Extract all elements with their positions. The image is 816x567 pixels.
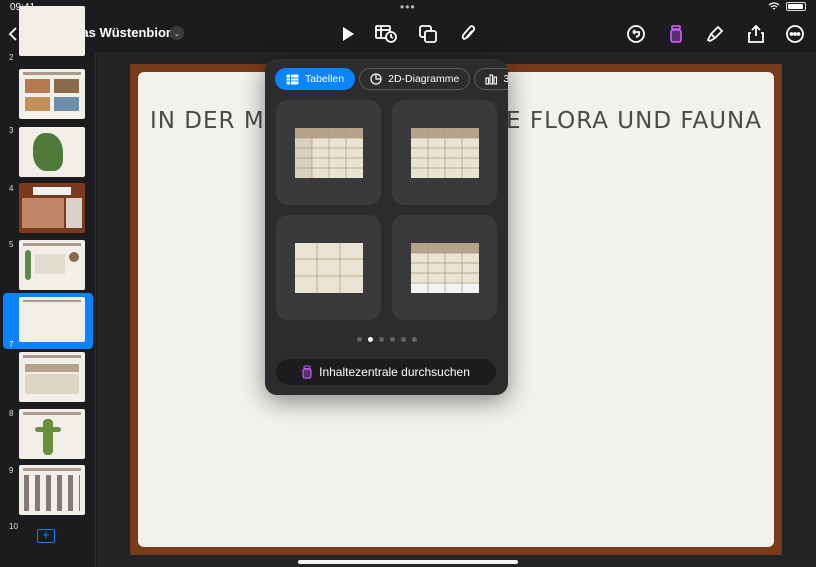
toolbar: Das Wüstenbiom ⌄: [0, 16, 816, 52]
undo-button[interactable]: [626, 22, 646, 46]
slide-thumbnail[interactable]: 4: [0, 127, 96, 193]
chart-3d-icon: [485, 74, 498, 85]
slide-title-left[interactable]: IN DER MO: [150, 108, 284, 134]
insert-shape-button[interactable]: [418, 22, 438, 46]
share-button[interactable]: [746, 22, 766, 46]
more-button[interactable]: [785, 22, 805, 46]
table-icon: [286, 74, 299, 84]
add-slide-button[interactable]: +: [37, 528, 55, 543]
battery-icon: [786, 2, 806, 11]
table-preview: [411, 128, 479, 178]
slide-thumbnail[interactable]: 8: [0, 352, 96, 418]
title-menu-button[interactable]: ⌄: [170, 26, 184, 40]
tab-3d-charts-label: 3D: [503, 73, 508, 85]
ellipsis-circle-icon: [786, 25, 804, 43]
tab-tables[interactable]: Tabellen: [275, 68, 356, 90]
page-dot[interactable]: [378, 337, 384, 342]
slide-thumbnail-image: [19, 69, 85, 119]
page-dot-active[interactable]: [367, 337, 373, 342]
slide-number: 7: [9, 340, 14, 349]
table-preview: [295, 128, 363, 178]
slide-thumbnail[interactable]: 9: [0, 409, 96, 475]
browse-content-hub-button[interactable]: Inhaltezentrale durchsuchen: [276, 359, 496, 385]
slide-thumbnail-image: [19, 240, 85, 290]
page-dot[interactable]: [356, 337, 362, 342]
slide-thumbnail[interactable]: 5: [0, 183, 96, 249]
slide-title-right[interactable]: HE FLORA UND FAUNA: [488, 108, 762, 134]
insert-table-button[interactable]: [375, 22, 397, 46]
popover-tabs: Tabellen 2D-Diagramme 3D: [275, 68, 508, 90]
play-icon: [343, 27, 354, 41]
undo-icon: [627, 25, 645, 43]
multitasking-dots[interactable]: •••: [400, 0, 416, 14]
slide-thumbnail[interactable]: 3: [0, 69, 96, 135]
chart-2d-icon: [370, 73, 382, 85]
slide-thumbnail-selected[interactable]: 7: [3, 293, 93, 349]
wifi-icon: [768, 2, 780, 10]
slide-thumbnail-image: [19, 352, 85, 402]
page-dot[interactable]: [389, 337, 395, 342]
slide-number: 2: [9, 53, 14, 62]
slide-thumbnail-image: [19, 6, 85, 56]
home-indicator: [298, 560, 518, 564]
slide-thumbnail-image: [19, 127, 85, 177]
table-preview: [295, 243, 363, 293]
shapes-icon: [419, 25, 437, 43]
table-chart-icon: [375, 25, 397, 43]
slide-thumbnail[interactable]: 10: [0, 465, 96, 531]
status-bar: 09:41 •••: [0, 0, 816, 16]
play-button[interactable]: [339, 22, 357, 46]
page-dot[interactable]: [411, 337, 417, 342]
paperclip-icon: [461, 25, 475, 40]
table-style-header-footer[interactable]: [392, 215, 497, 320]
tab-tables-label: Tabellen: [305, 73, 345, 85]
slide-thumbnail-image: [19, 465, 85, 515]
page-indicator[interactable]: [265, 337, 508, 342]
jar-icon: [670, 25, 682, 43]
slide-thumbnail[interactable]: 6: [0, 240, 96, 306]
slide-thumbnail[interactable]: 2: [0, 6, 96, 62]
tab-3d-charts[interactable]: 3D: [474, 68, 508, 90]
table-style-header-row[interactable]: [392, 100, 497, 205]
content-hub-button[interactable]: [666, 22, 686, 46]
slide-navigator: 2 3 4 5 6: [0, 6, 96, 567]
slide-thumbnail-image: [19, 409, 85, 459]
jar-icon: [302, 365, 312, 379]
slide-thumbnail-image: [19, 183, 85, 233]
table-preview: [411, 243, 479, 293]
table-style-plain[interactable]: [276, 215, 381, 320]
status-indicators: [768, 2, 806, 11]
paintbrush-icon: [706, 25, 724, 43]
page-dot[interactable]: [400, 337, 406, 342]
format-button[interactable]: [705, 22, 725, 46]
slide-number: 10: [9, 522, 18, 531]
insert-media-button[interactable]: [459, 22, 477, 46]
slide-thumbnail-image: [19, 297, 85, 342]
insert-table-popover: Tabellen 2D-Diagramme 3D: [265, 59, 508, 395]
tab-2d-charts[interactable]: 2D-Diagramme: [359, 68, 471, 90]
table-style-header-row-column[interactable]: [276, 100, 381, 205]
share-icon: [748, 25, 764, 43]
browse-content-hub-label: Inhaltezentrale durchsuchen: [319, 365, 470, 379]
tab-2d-charts-label: 2D-Diagramme: [388, 73, 460, 85]
chevron-down-icon: ⌄: [173, 28, 181, 38]
